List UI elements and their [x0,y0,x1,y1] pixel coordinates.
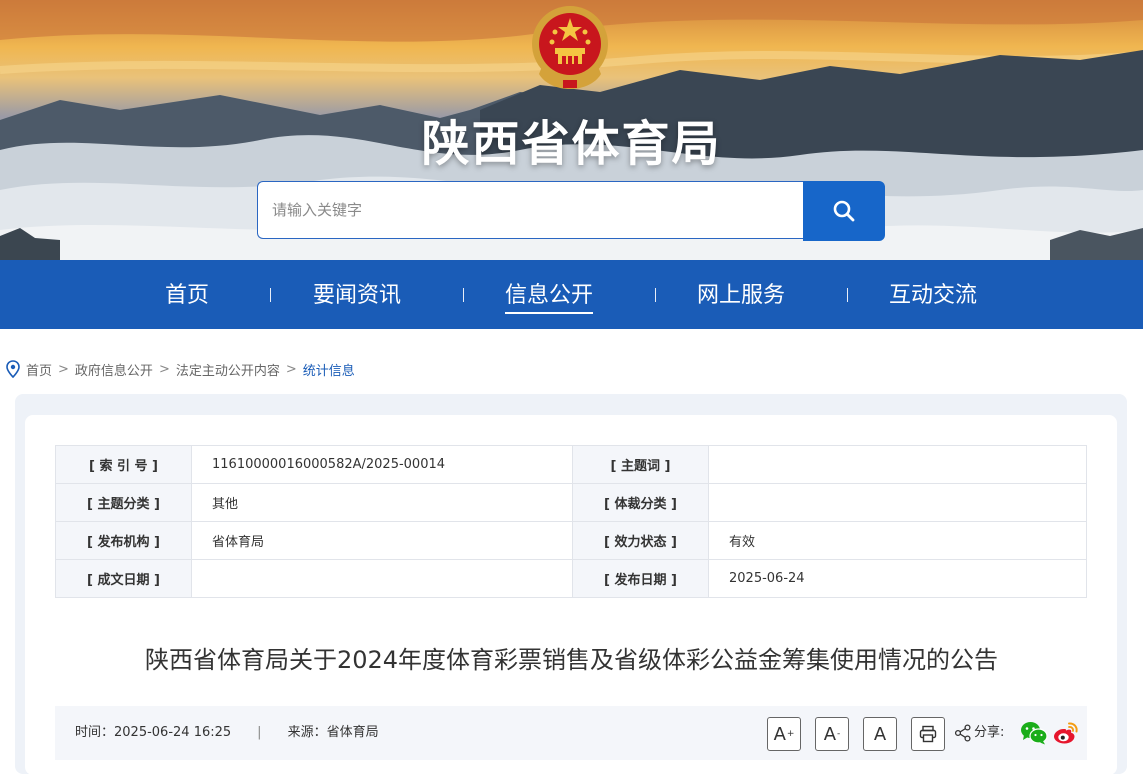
meta-key: [ 效力状态 ] [572,521,709,560]
share-label: 分享: [974,725,1005,740]
time-value: 2025-06-24 16:25 [114,725,232,740]
metadata-table: [ 索 引 号 ] 11610000016000582A/2025-00014 … [55,445,1087,598]
national-emblem-icon [532,6,608,89]
breadcrumb-separator: > [285,361,297,377]
font-reset-button[interactable]: A [863,717,897,751]
wechat-icon[interactable] [1020,721,1048,745]
site-title: 陕西省体育局 [421,116,722,172]
header-banner: 陕西省体育局 [0,0,1143,260]
meta-value [708,445,1087,484]
meta-key: [ 体裁分类 ] [572,483,709,522]
meta-value: 11610000016000582A/2025-00014 [191,445,573,484]
nav-item-info-disclosure[interactable]: 信息公开 [489,260,609,329]
meta-value: 省体育局 [191,521,573,560]
meta-key: [ 索 引 号 ] [55,445,192,484]
meta-key: [ 主题词 ] [572,445,709,484]
table-row: [ 主题分类 ] 其他 [ 体裁分类 ] [55,483,1087,522]
share-icon[interactable] [954,724,972,742]
nav-separator [270,288,271,302]
breadcrumb: 首页 > 政府信息公开 > 法定主动公开内容 > 统计信息 [6,358,355,380]
breadcrumb-separator: > [158,361,170,377]
source-label: 来源： [287,725,327,740]
print-button[interactable] [911,717,945,751]
weibo-icon[interactable] [1053,721,1079,745]
meta-value: 2025-06-24 [708,559,1087,598]
font-decrease-button[interactable]: A- [815,717,849,751]
search-button[interactable] [803,181,885,241]
location-pin-icon [6,360,20,378]
meta-key: [ 发布日期 ] [572,559,709,598]
nav-item-online-services[interactable]: 网上服务 [681,260,801,329]
search-icon [833,200,855,222]
main-nav: 首页 要闻资讯 信息公开 网上服务 互动交流 [0,260,1143,329]
meta-key: [ 主题分类 ] [55,483,192,522]
nav-separator [463,288,464,302]
meta-value: 其他 [191,483,573,522]
meta-key: [ 成文日期 ] [55,559,192,598]
nav-separator [655,288,656,302]
print-icon [919,725,937,743]
meta-value [708,483,1087,522]
search-input[interactable] [257,181,803,239]
info-divider: | [257,725,262,740]
meta-value: 有效 [708,521,1087,560]
time-label: 时间： [75,725,115,740]
nav-item-home[interactable]: 首页 [137,260,237,329]
table-row: [ 索 引 号 ] 11610000016000582A/2025-00014 … [55,445,1087,484]
article-meta: 时间：2025-06-24 16:25 | 来源：省体育局 [75,706,379,760]
breadcrumb-home[interactable]: 首页 [26,360,52,379]
article-info-bar: 时间：2025-06-24 16:25 | 来源：省体育局 A + A- A 分享: [55,706,1087,760]
source-value: 省体育局 [326,725,379,740]
breadcrumb-statutory-content[interactable]: 法定主动公开内容 [176,360,280,379]
table-row: [ 成文日期 ] [ 发布日期 ] 2025-06-24 [55,559,1087,598]
article-title: 陕西省体育局关于2024年度体育彩票销售及省级体彩公益金筹集使用情况的公告 [144,646,999,674]
meta-value [191,559,573,598]
font-increase-button[interactable]: A + [767,717,801,751]
nav-separator [847,288,848,302]
nav-item-news[interactable]: 要闻资讯 [297,260,417,329]
table-row: [ 发布机构 ] 省体育局 [ 效力状态 ] 有效 [55,521,1087,560]
breadcrumb-gov-info[interactable]: 政府信息公开 [75,360,153,379]
meta-key: [ 发布机构 ] [55,521,192,560]
breadcrumb-separator: > [58,361,69,377]
nav-item-interaction[interactable]: 互动交流 [873,260,993,329]
breadcrumb-statistics[interactable]: 统计信息 [303,360,355,379]
